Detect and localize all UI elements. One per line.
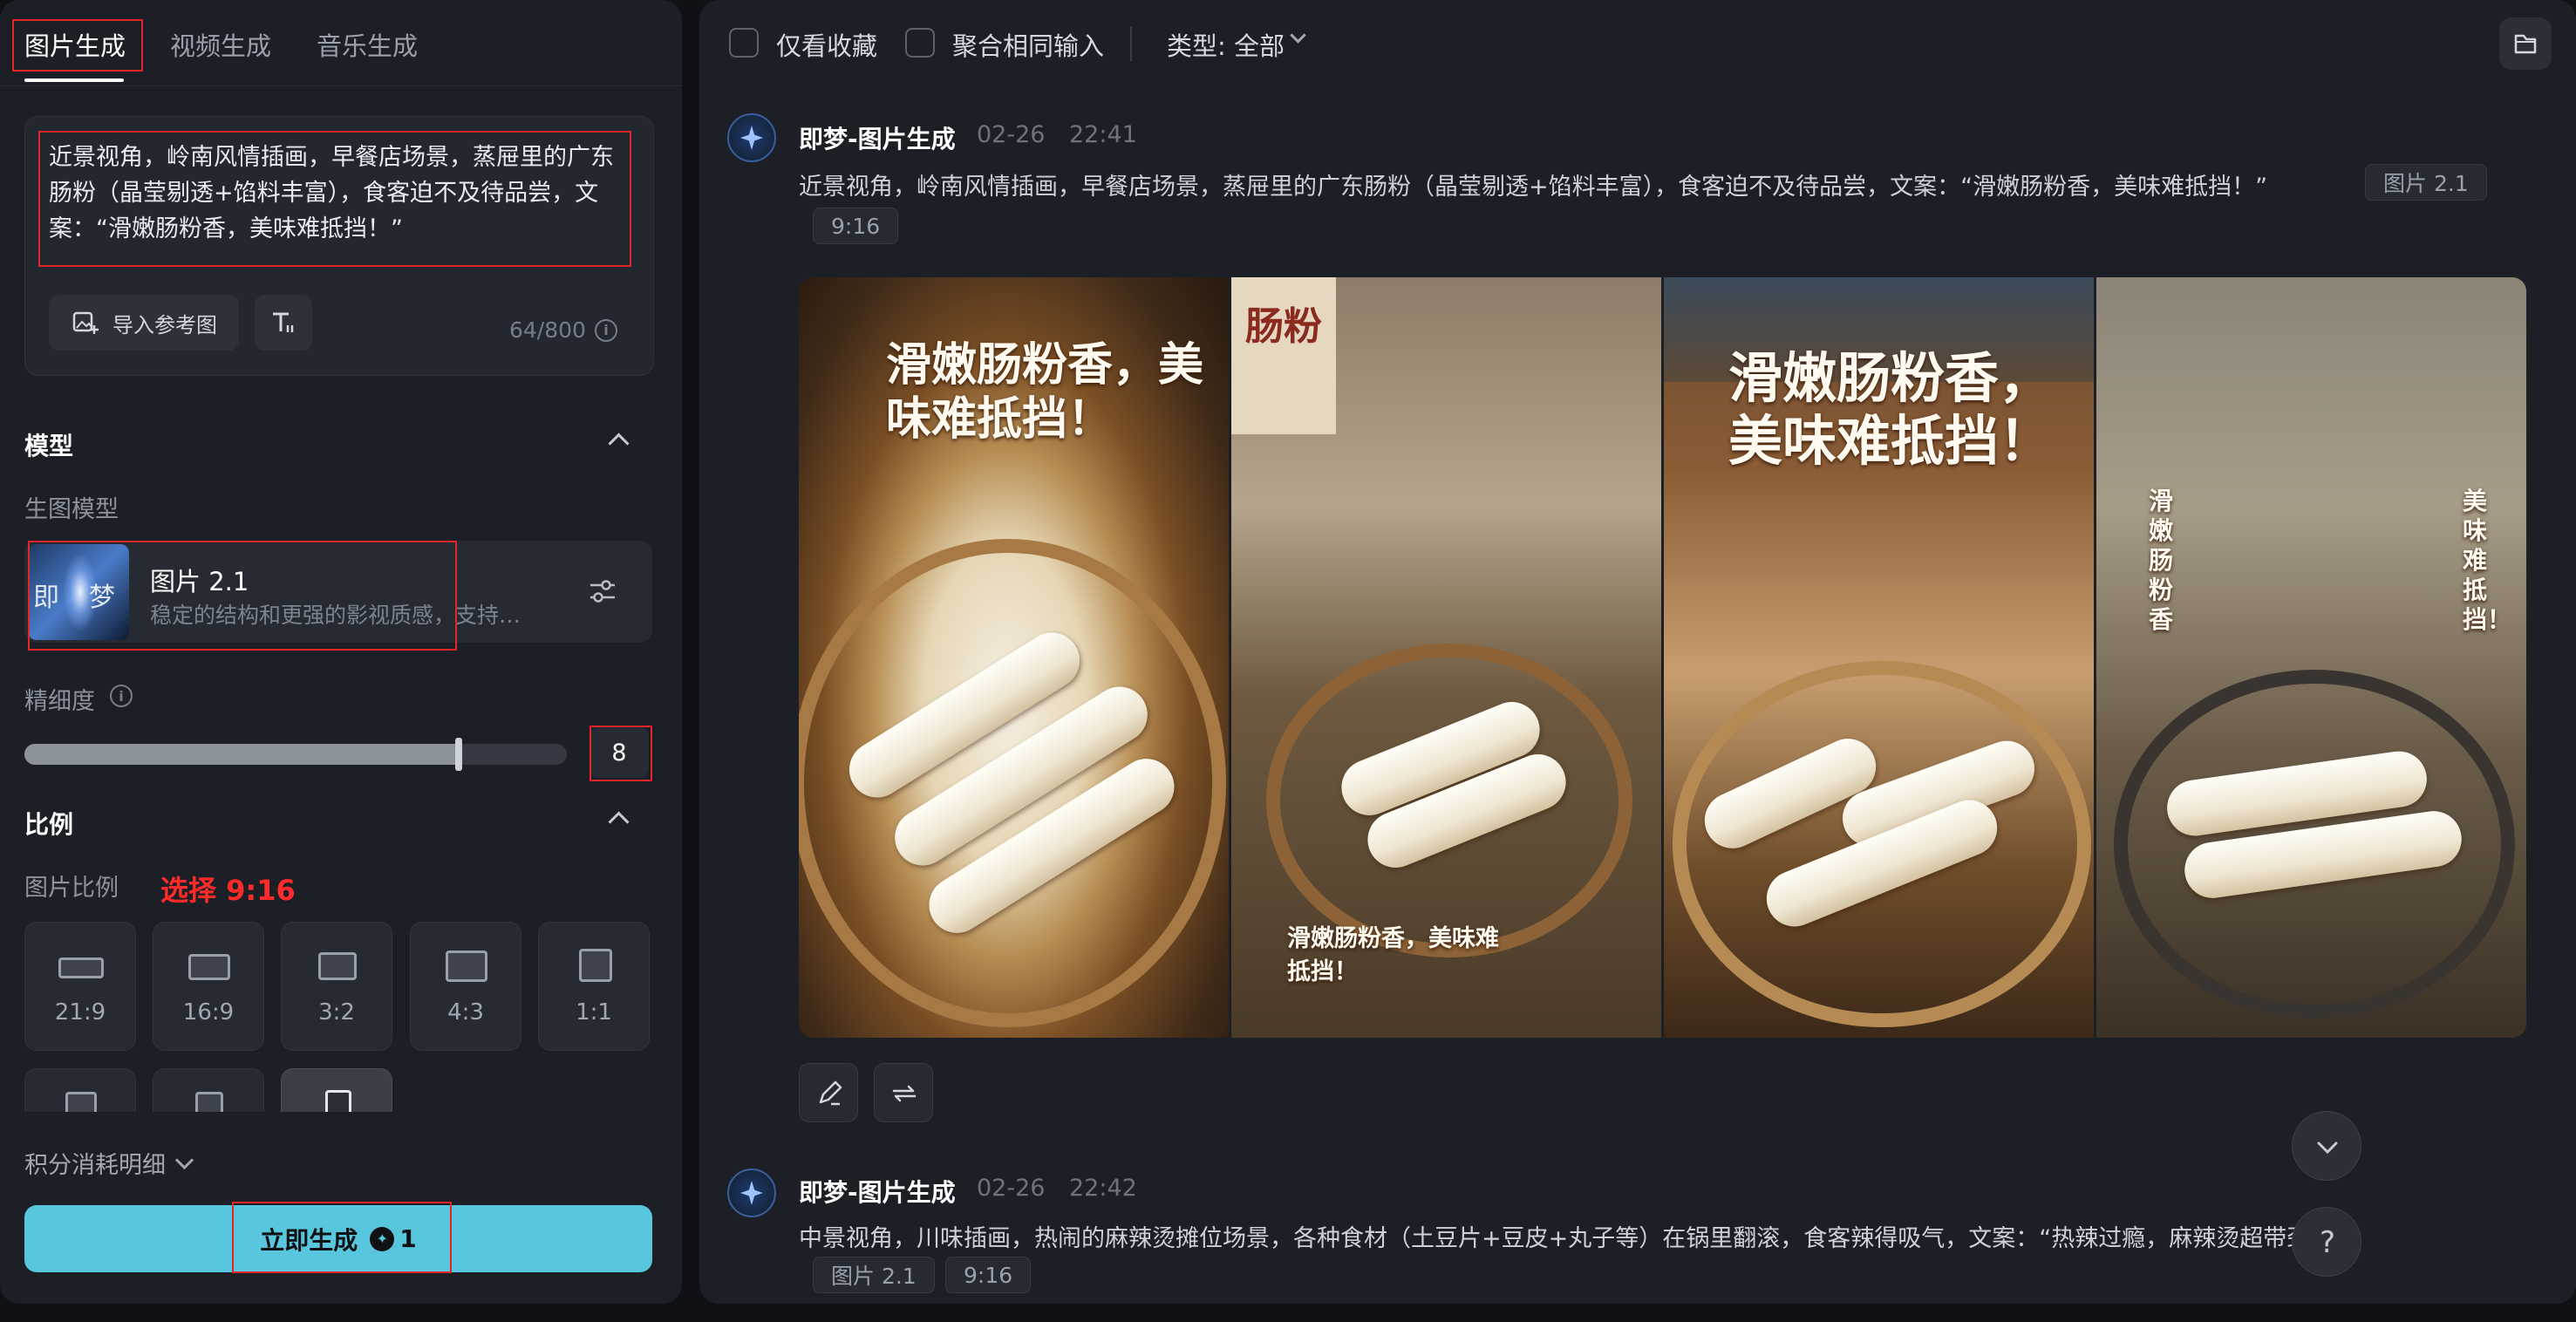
folder-button[interactable]: [2499, 17, 2552, 70]
tab-music-generation[interactable]: 音乐生成: [317, 26, 418, 63]
ratio-shape-icon: [579, 949, 612, 982]
ratio-shape-icon: [195, 1092, 223, 1112]
chevron-down-icon: [174, 1150, 194, 1170]
question-icon: ?: [2320, 1225, 2335, 1260]
merge-label: 聚合相同输入: [952, 31, 1105, 61]
detail-label: 精细度: [24, 688, 95, 715]
ratio-tag: 9:16: [813, 208, 899, 244]
text-style-button[interactable]: [255, 295, 312, 351]
toolbar-divider: [1130, 26, 1132, 61]
ratio-sub-label: 图片比例: [24, 875, 119, 902]
edit-button[interactable]: [799, 1063, 858, 1122]
bot-avatar: [727, 113, 776, 162]
merge-checkbox[interactable]: [905, 28, 935, 58]
image-caption-right: 美味难抵挡！: [2463, 487, 2512, 634]
bot-avatar: [727, 1169, 776, 1217]
credits-label: 积分消耗明细: [24, 1152, 166, 1179]
right-panel: 仅看收藏 聚合相同输入 类型: 全部 即梦-图片生成 02-26 22:41 近…: [699, 0, 2576, 1304]
regenerate-button[interactable]: [874, 1063, 933, 1122]
message-date: 02-26: [977, 1175, 1046, 1202]
chevron-down-icon: [2317, 1141, 2338, 1155]
shop-sign: 肠粉: [1231, 277, 1336, 434]
annotation-box-tab: [12, 19, 143, 72]
model-section-title: 模型: [24, 432, 74, 460]
char-counter-value: 64/800: [509, 317, 586, 343]
ratio-option-2-3[interactable]: [153, 1068, 264, 1112]
ratio-shape-icon: [325, 1090, 351, 1112]
image-caption: 滑嫩肠粉香，美味难抵挡！: [1287, 925, 1499, 985]
pencil-icon: [819, 1080, 842, 1106]
shop-sign-text: 肠粉: [1245, 304, 1322, 349]
type-filter-dropdown[interactable]: 类型: 全部: [1167, 26, 1285, 63]
message-sender: 即梦-图片生成: [799, 1178, 956, 1207]
folder-icon: [2514, 34, 2537, 54]
model-settings-icon[interactable]: [587, 576, 618, 607]
info-icon[interactable]: i: [594, 318, 617, 342]
model-tag: 图片 2.1: [2365, 164, 2487, 201]
message-time: 22:42: [1069, 1175, 1137, 1202]
detail-slider-handle[interactable]: [455, 738, 462, 771]
generated-image-4[interactable]: 滑嫩肠粉香 美味难抵挡！: [2096, 277, 2526, 1038]
import-reference-button[interactable]: 导入参考图: [49, 295, 239, 351]
model-sub-label: 生图模型: [24, 496, 119, 523]
annotation-box-model: [28, 541, 457, 651]
annotation-box-prompt: [38, 131, 631, 267]
image-caption: 滑嫩肠粉香，美味难抵挡！: [1728, 346, 2053, 473]
ratio-shape-icon: [58, 957, 104, 978]
detail-info-icon[interactable]: i: [110, 685, 133, 707]
message-sender: 即梦-图片生成: [799, 125, 956, 153]
ratio-tag: 9:16: [945, 1257, 1032, 1293]
generated-image-2[interactable]: 肠粉 滑嫩肠粉香，美味难抵挡！: [1231, 277, 1661, 1038]
detail-slider-fill: [24, 744, 459, 765]
ratio-option-21-9[interactable]: 21:9: [24, 922, 136, 1051]
generated-image-1[interactable]: 滑嫩肠粉香，美味难抵挡！: [799, 277, 1229, 1038]
ratio-shape-icon: [318, 952, 357, 980]
sparkle-icon: [740, 126, 763, 150]
favorites-label: 仅看收藏: [776, 31, 878, 61]
annotation-box-generate: [232, 1202, 452, 1273]
ratio-option-label: 16:9: [182, 999, 235, 1026]
tabs-divider: [0, 85, 682, 86]
message-time: 22:41: [1069, 121, 1137, 148]
scroll-down-button[interactable]: [2292, 1111, 2361, 1181]
add-image-icon: [72, 311, 99, 334]
import-reference-label: 导入参考图: [112, 312, 217, 337]
help-button[interactable]: ?: [2292, 1207, 2361, 1277]
annotation-box-detail: [589, 726, 652, 781]
message-date: 02-26: [977, 121, 1046, 148]
ratio-option-label: 4:3: [447, 999, 484, 1026]
active-tab-indicator: [24, 78, 124, 82]
ratio-row-partial: [0, 1068, 682, 1112]
svg-text:?: ?: [2320, 1225, 2335, 1260]
text-format-icon: [273, 312, 294, 332]
ratio-option-4-3[interactable]: 4:3: [410, 922, 521, 1051]
tab-video-generation[interactable]: 视频生成: [170, 26, 271, 63]
image-caption-left: 滑嫩肠粉香: [2149, 487, 2174, 634]
ratio-option-3-4[interactable]: [24, 1068, 136, 1112]
ratio-section-title: 比例: [24, 810, 74, 839]
char-counter: 64/800 i: [509, 317, 617, 343]
type-chevron-icon: [1290, 27, 1306, 44]
model-tag: 图片 2.1: [813, 1257, 935, 1293]
ratio-option-3-2[interactable]: 3:2: [281, 922, 392, 1051]
ratio-option-label: 3:2: [318, 999, 355, 1026]
image-caption: 滑嫩肠粉香，美味难抵挡！: [886, 339, 1204, 446]
ratio-shape-icon: [65, 1092, 97, 1112]
credits-detail-toggle[interactable]: 积分消耗明细: [24, 1146, 194, 1180]
ratio-option-16-9[interactable]: 16:9: [153, 922, 264, 1051]
ratio-option-9-16-selected[interactable]: [281, 1068, 392, 1112]
ratio-option-1-1[interactable]: 1:1: [538, 922, 650, 1051]
ratio-shape-icon: [188, 954, 230, 980]
refresh-icon: [892, 1085, 917, 1102]
sparkle-icon: [740, 1181, 763, 1205]
annotation-text: 选择 9:16: [160, 874, 296, 907]
ratio-shape-icon: [446, 951, 487, 982]
ratio-option-label: 1:1: [576, 999, 612, 1026]
message-prompt: 近景视角，岭南风情插画，早餐店场景，蒸屉里的广东肠粉（晶莹剔透+馅料丰富），食客…: [799, 174, 2268, 201]
message-prompt: 中景视角，川味插画，热闹的麻辣烫摊位场景，各种食材（土豆片+豆皮+丸子等）在锅里…: [799, 1225, 2347, 1252]
generated-image-3[interactable]: 滑嫩肠粉香，美味难抵挡！: [1664, 277, 2094, 1038]
favorites-checkbox[interactable]: [729, 28, 759, 58]
ratio-option-label: 21:9: [54, 999, 106, 1026]
